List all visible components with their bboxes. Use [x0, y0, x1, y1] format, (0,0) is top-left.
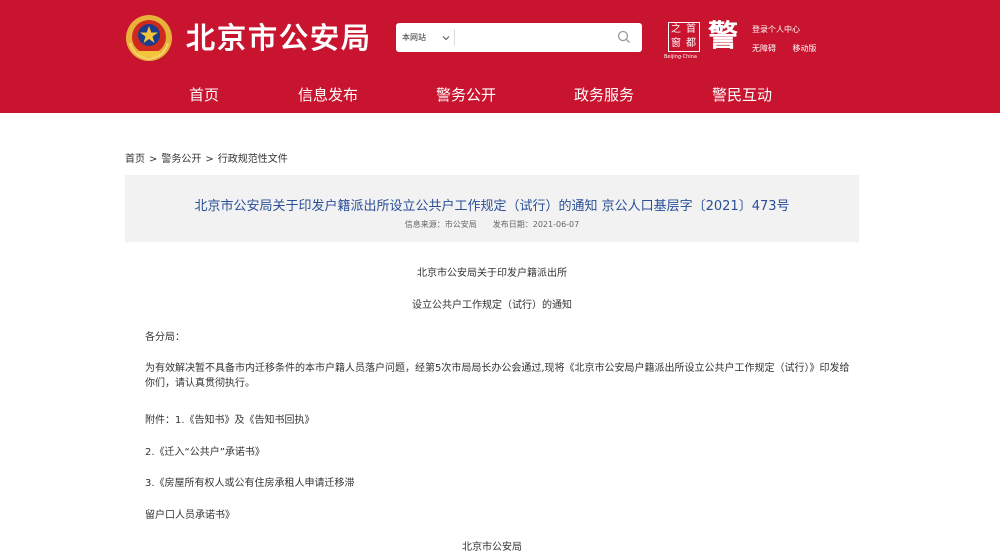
- body-paragraph: 为有效解决暂不具备市内迁移条件的本市户籍人员落户问题，经第5次市局局长办公会通过…: [145, 363, 850, 389]
- article-title: 北京市公安局关于印发户籍派出所设立公共户工作规定（试行）的通知 京公人口基层字〔…: [194, 199, 790, 214]
- header-top: 北京市公安局 本网站 之 首 窗 都 Beijing·China 警 登录个人中…: [0, 0, 1000, 78]
- article-meta: 信息来源：市公安局 发布日期：2021-06-07: [125, 219, 859, 230]
- nav-item-home[interactable]: 首页: [189, 78, 219, 113]
- article-source: 信息来源：市公安局: [404, 220, 477, 229]
- signature: 北京市公安局: [462, 542, 522, 553]
- logo-char: 首: [686, 24, 696, 35]
- chevron-down-icon[interactable]: [442, 34, 450, 42]
- attachment-1: 附件：1.《告知书》及《告知书回执》: [145, 415, 315, 426]
- police-emblem-icon[interactable]: [124, 13, 174, 63]
- logo-char: 之: [671, 24, 681, 35]
- attachment-3-cont: 留户口人员承诺书》: [145, 510, 235, 521]
- accessible-link[interactable]: 无障碍: [752, 44, 776, 53]
- article-header: 北京市公安局关于印发户籍派出所设立公共户工作规定（试行）的通知 京公人口基层字〔…: [125, 175, 859, 242]
- attachment-2: 2.《迁入“公共户”承诺书》: [145, 447, 265, 458]
- search-divider: [454, 29, 455, 46]
- police-char-logo[interactable]: 警: [708, 20, 738, 54]
- nav-item-affairs[interactable]: 警务公开: [436, 78, 496, 113]
- site-title[interactable]: 北京市公安局: [186, 20, 372, 56]
- article-date: 发布日期：2021-06-07: [492, 220, 580, 229]
- main-nav: 首页 信息发布 警务公开 政务服务 警民互动: [0, 78, 1000, 113]
- attachment-3: 3.《房屋所有权人或公有住房承租人申请迁移滞: [145, 478, 355, 489]
- breadcrumb-item-home[interactable]: 首页: [125, 154, 145, 165]
- search-icon[interactable]: [616, 29, 633, 46]
- body-heading-1: 北京市公安局关于印发户籍派出所: [417, 268, 567, 279]
- capital-logo-icon[interactable]: 之 首 窗 都: [668, 22, 700, 52]
- logo-char: 窗: [671, 38, 681, 49]
- breadcrumb-item-affairs[interactable]: 警务公开: [161, 154, 201, 165]
- breadcrumb-item-documents[interactable]: 行政规范性文件: [218, 154, 288, 165]
- search-scope-select[interactable]: 本网站: [402, 23, 426, 52]
- search-input[interactable]: [458, 26, 608, 49]
- logo-char: 都: [686, 38, 696, 49]
- logo-subtitle: Beijing·China: [664, 54, 697, 60]
- login-link[interactable]: 登录个人中心: [752, 25, 800, 34]
- top-links: 登录个人中心 无障碍 移动版: [752, 24, 831, 55]
- search-bar: 本网站: [396, 23, 642, 52]
- site-header: 北京市公安局 本网站 之 首 窗 都 Beijing·China 警 登录个人中…: [0, 0, 1000, 113]
- breadcrumb: 首页 > 警务公开 > 行政规范性文件: [125, 150, 288, 165]
- nav-item-services[interactable]: 政务服务: [574, 78, 634, 113]
- nav-item-interaction[interactable]: 警民互动: [712, 78, 772, 113]
- nav-item-news[interactable]: 信息发布: [298, 78, 358, 113]
- breadcrumb-separator: >: [205, 154, 214, 165]
- body-salutation: 各分局：: [145, 332, 185, 343]
- mobile-link[interactable]: 移动版: [793, 44, 817, 53]
- breadcrumb-separator: >: [149, 154, 158, 165]
- body-heading-2: 设立公共户工作规定（试行）的通知: [412, 300, 572, 311]
